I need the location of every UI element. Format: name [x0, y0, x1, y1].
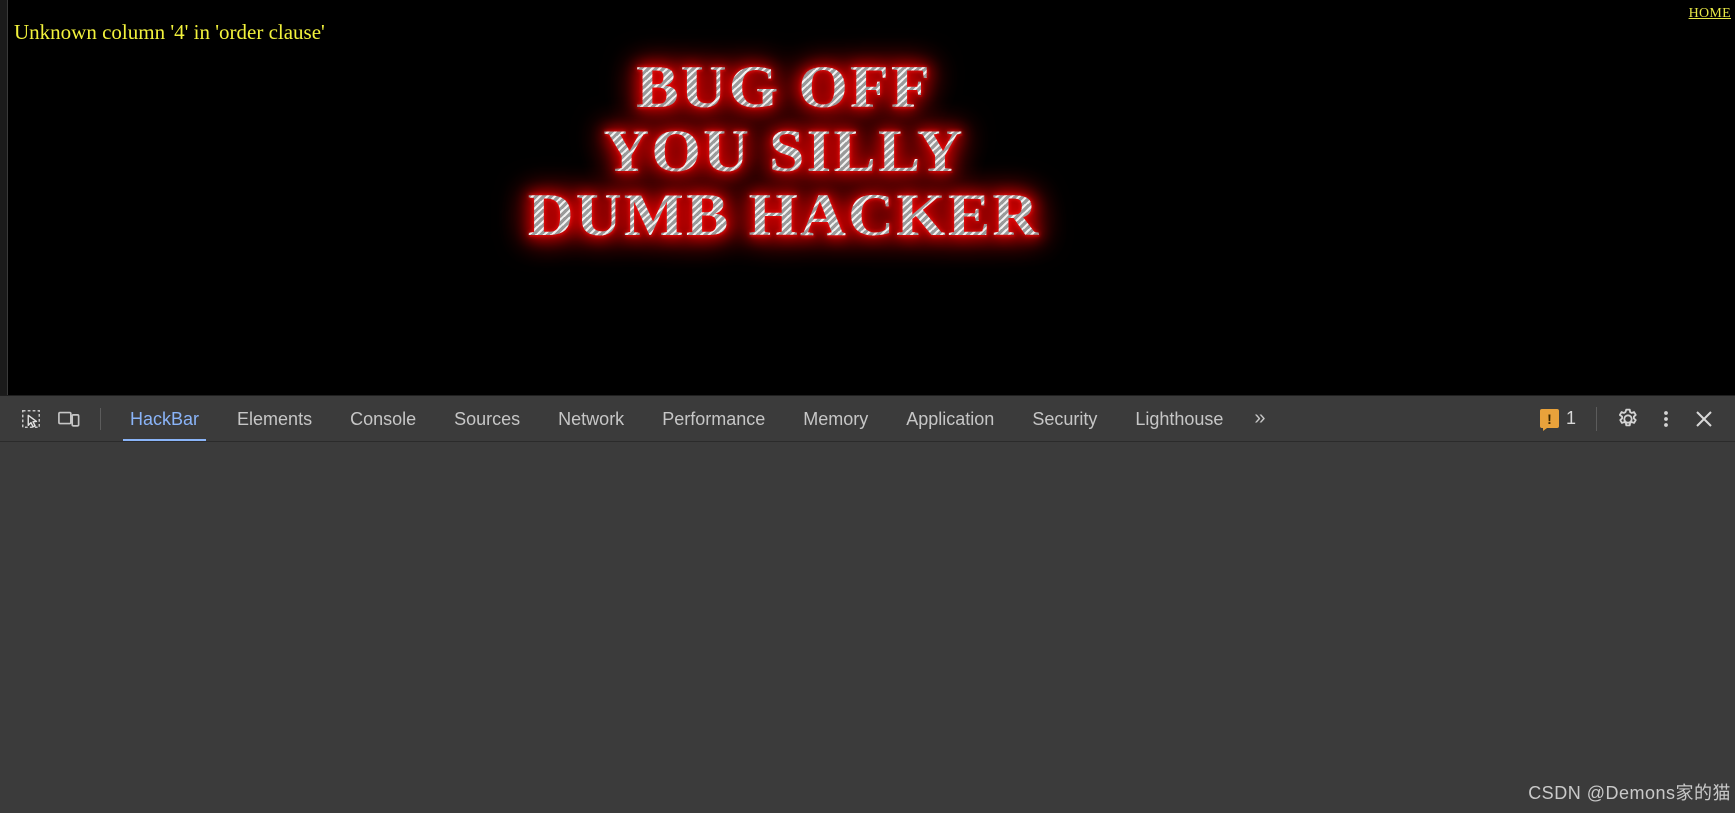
devtools-tab-list: HackBar Elements Console Sources Network… [111, 397, 1275, 441]
tab-lighthouse[interactable]: Lighthouse [1116, 397, 1242, 441]
kebab-menu-icon[interactable] [1649, 402, 1683, 436]
tab-network[interactable]: Network [539, 397, 643, 441]
inspect-element-icon[interactable] [14, 402, 48, 436]
tab-hackbar[interactable]: HackBar [111, 397, 218, 441]
browser-window: HOME Unknown column '4' in 'order clause… [0, 0, 1735, 813]
devtools-tabbar: HackBar Elements Console Sources Network… [0, 396, 1735, 442]
warning-icon: ! [1539, 409, 1559, 431]
toolbar-divider [100, 407, 101, 430]
more-tabs-icon[interactable]: » [1242, 407, 1274, 430]
device-toolbar-icon[interactable] [52, 402, 86, 436]
tab-console[interactable]: Console [331, 397, 435, 441]
gear-icon[interactable] [1611, 402, 1645, 436]
tab-security[interactable]: Security [1013, 397, 1116, 441]
csdn-watermark: CSDN @Demons家的猫 [1528, 783, 1731, 803]
tab-memory[interactable]: Memory [784, 397, 887, 441]
toolbar-divider-right [1596, 406, 1597, 431]
warning-badge[interactable]: ! 1 [1539, 408, 1576, 431]
tab-performance[interactable]: Performance [643, 397, 784, 441]
devtools-panel: HackBar Elements Console Sources Network… [0, 395, 1735, 813]
bug-off-banner: BUG OFF YOU SILLY DUMB HACKER [0, 55, 1568, 247]
tab-application[interactable]: Application [887, 397, 1013, 441]
page-viewport: HOME Unknown column '4' in 'order clause… [0, 0, 1735, 395]
tab-elements[interactable]: Elements [218, 397, 331, 441]
banner-line-1: BUG OFF [0, 55, 1615, 119]
banner-line-3: DUMB HACKER [0, 183, 1615, 247]
warning-count: 1 [1565, 408, 1576, 428]
devtools-toolbar-right: ! 1 [1539, 402, 1729, 436]
sql-error-message: Unknown column '4' in 'order clause' [14, 20, 325, 44]
banner-line-2: YOU SILLY [0, 119, 1615, 183]
home-link[interactable]: HOME [1689, 6, 1731, 22]
tab-sources[interactable]: Sources [435, 397, 539, 441]
close-icon[interactable] [1687, 402, 1721, 436]
